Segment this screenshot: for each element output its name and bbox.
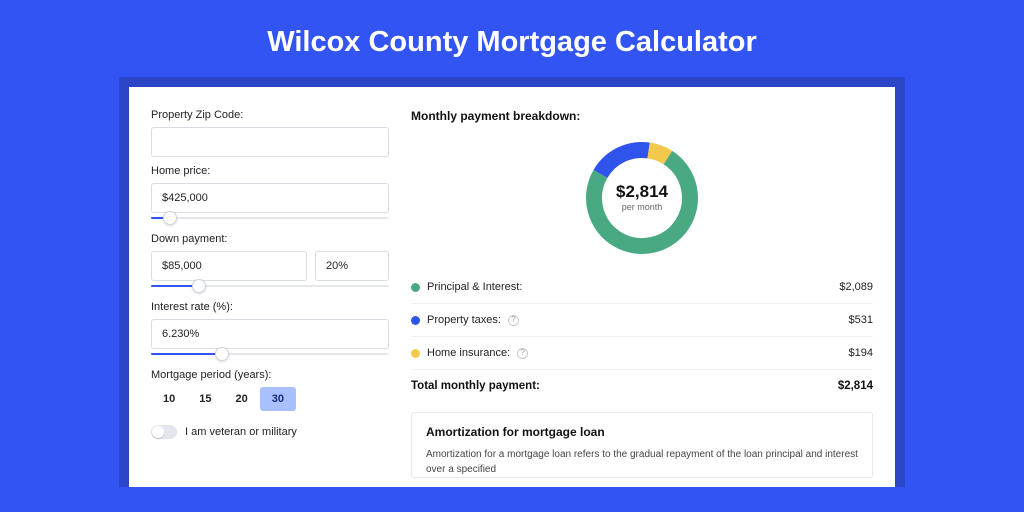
donut-value: $2,814 <box>616 182 669 201</box>
donut-subtext: per month <box>622 202 663 212</box>
legend-row: Home insurance:? $194 <box>411 337 873 369</box>
period-field: Mortgage period (years): 10152030 <box>151 369 389 411</box>
legend-dot <box>411 316 420 325</box>
amortization-text: Amortization for a mortgage loan refers … <box>426 447 858 477</box>
total-label: Total monthly payment: <box>411 380 540 392</box>
legend-value: $194 <box>849 347 873 359</box>
zip-label: Property Zip Code: <box>151 109 389 121</box>
home-price-label: Home price: <box>151 165 389 177</box>
home-price-slider[interactable] <box>151 211 389 225</box>
amortization-card: Amortization for mortgage loan Amortizat… <box>411 412 873 478</box>
rate-slider[interactable] <box>151 347 389 361</box>
form-column: Property Zip Code: Home price: Down paym… <box>151 109 389 487</box>
legend-row: Principal & Interest: $2,089 <box>411 271 873 304</box>
legend-value: $2,089 <box>839 281 873 293</box>
page-title: Wilcox County Mortgage Calculator <box>0 0 1024 77</box>
zip-input[interactable] <box>151 127 389 157</box>
period-option-15[interactable]: 15 <box>187 387 223 411</box>
down-payment-field: Down payment: <box>151 233 389 293</box>
calculator-panel: Property Zip Code: Home price: Down paym… <box>129 87 895 487</box>
legend-label: Property taxes: <box>427 314 501 326</box>
slider-thumb[interactable] <box>215 347 229 361</box>
legend: Principal & Interest: $2,089 Property taxe… <box>411 271 873 369</box>
home-price-field: Home price: <box>151 165 389 225</box>
home-price-input[interactable] <box>151 183 389 213</box>
down-payment-label: Down payment: <box>151 233 389 245</box>
legend-row: Property taxes:? $531 <box>411 304 873 337</box>
total-value: $2,814 <box>838 380 873 392</box>
period-option-30[interactable]: 30 <box>260 387 296 411</box>
legend-dot <box>411 283 420 292</box>
legend-dot <box>411 349 420 358</box>
period-option-10[interactable]: 10 <box>151 387 187 411</box>
toggle-knob <box>152 426 164 438</box>
down-payment-slider[interactable] <box>151 279 389 293</box>
rate-label: Interest rate (%): <box>151 301 389 313</box>
legend-value: $531 <box>849 314 873 326</box>
legend-label: Principal & Interest: <box>427 281 522 293</box>
breakdown-column: Monthly payment breakdown: $2,814per mon… <box>411 109 873 487</box>
veteran-toggle-row: I am veteran or military <box>151 425 389 439</box>
veteran-label: I am veteran or military <box>185 426 297 438</box>
veteran-toggle[interactable] <box>151 425 177 439</box>
amortization-title: Amortization for mortgage loan <box>426 425 858 439</box>
donut-chart: $2,814per month <box>411 129 873 267</box>
slider-thumb[interactable] <box>192 279 206 293</box>
total-row: Total monthly payment: $2,814 <box>411 369 873 406</box>
period-option-20[interactable]: 20 <box>224 387 260 411</box>
slider-thumb[interactable] <box>163 211 177 225</box>
down-payment-input[interactable] <box>151 251 307 281</box>
breakdown-heading: Monthly payment breakdown: <box>411 109 873 123</box>
rate-field: Interest rate (%): <box>151 301 389 361</box>
period-label: Mortgage period (years): <box>151 369 389 381</box>
legend-label: Home insurance: <box>427 347 510 359</box>
zip-field: Property Zip Code: <box>151 109 389 157</box>
info-icon[interactable]: ? <box>508 315 519 326</box>
panel-backdrop: Property Zip Code: Home price: Down paym… <box>119 77 905 487</box>
down-payment-pct-input[interactable] <box>315 251 389 281</box>
rate-input[interactable] <box>151 319 389 349</box>
info-icon[interactable]: ? <box>517 348 528 359</box>
